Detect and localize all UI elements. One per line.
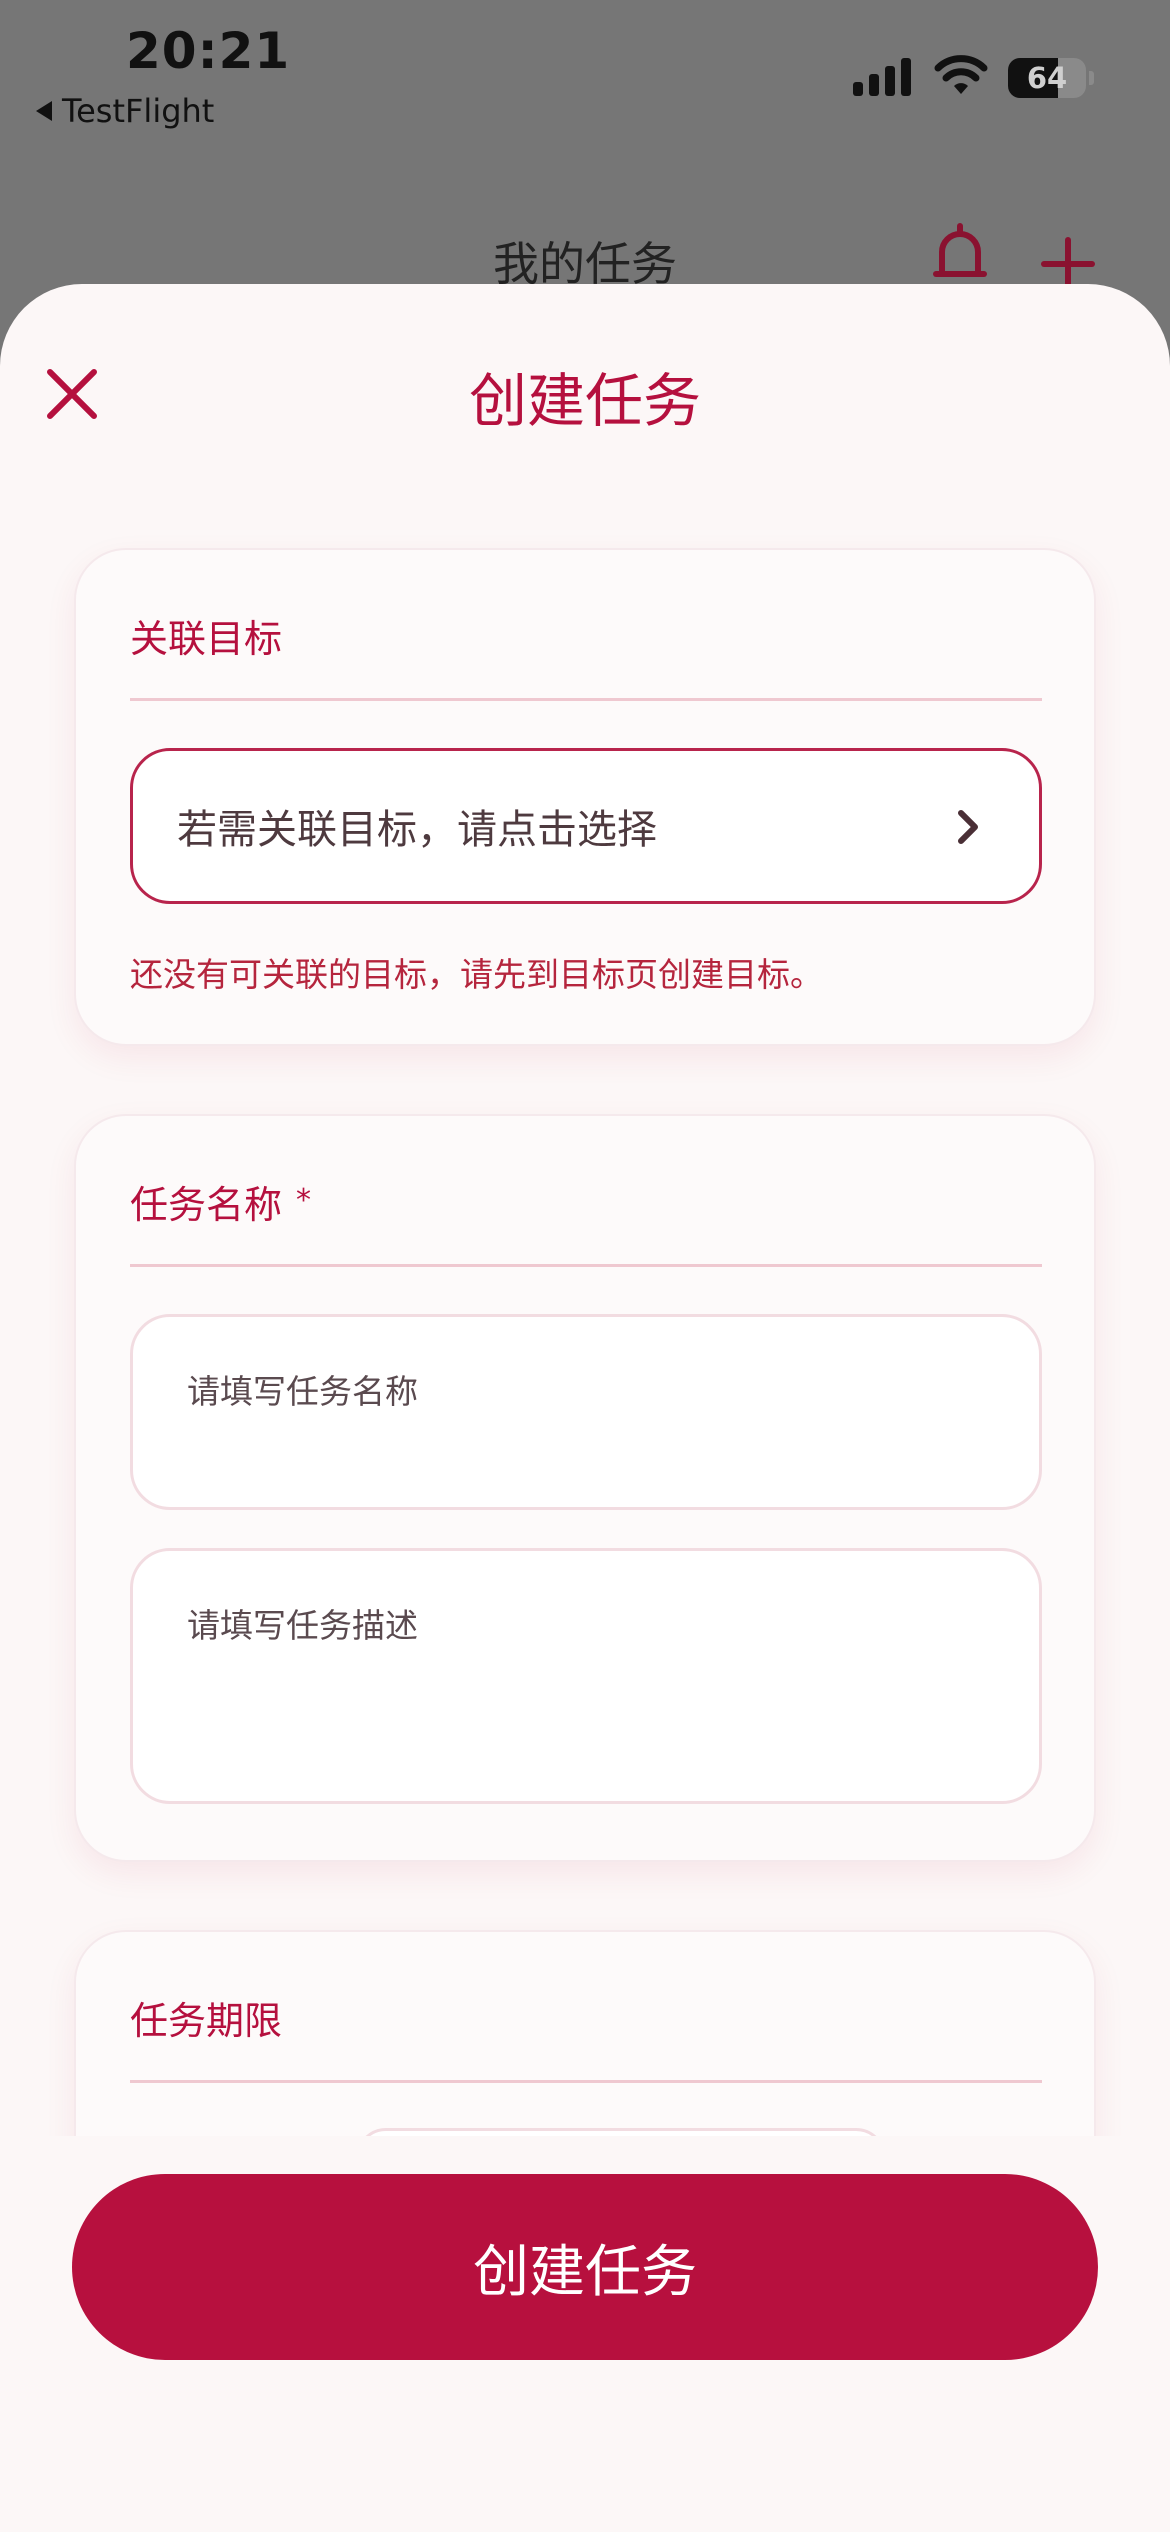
sheet-footer: 创建任务 <box>0 2136 1170 2532</box>
required-mark: * <box>296 1183 312 1218</box>
form-scroll-area[interactable]: 关联目标 若需关联目标，请点击选择 还没有可关联的目标，请先到目标页创建目标。 … <box>0 484 1170 2136</box>
goal-divider <box>130 698 1042 701</box>
status-time: 20:21 <box>126 22 291 80</box>
task-name-label-text: 任务名称 <box>130 1183 283 1227</box>
goal-select-placeholder: 若需关联目标，请点击选择 <box>177 807 657 853</box>
task-name-placeholder: 请填写任务名称 <box>187 1372 418 1411</box>
signal-icon <box>853 58 911 96</box>
wifi-icon <box>934 55 988 94</box>
task-name-label: 任务名称 * <box>130 1174 311 1229</box>
task-deadline-card: 任务期限 <box>74 1930 1096 2136</box>
chevron-right-icon <box>958 810 978 844</box>
bell-icon <box>933 223 987 277</box>
task-deadline-divider <box>130 2080 1042 2083</box>
create-task-sheet: 创建任务 关联目标 若需关联目标，请点击选择 还没有可关联的目标，请先到目标页创… <box>0 284 1170 2532</box>
task-deadline-label: 任务期限 <box>130 1999 283 2043</box>
task-name-card: 任务名称 * 请填写任务名称 请填写任务描述 <box>74 1114 1096 1862</box>
back-app-label: TestFlight <box>62 92 215 130</box>
battery-nub <box>1089 71 1094 85</box>
goal-hint: 还没有可关联的目标，请先到目标页创建目标。 <box>130 955 823 994</box>
back-arrow-icon <box>36 101 52 121</box>
create-task-button[interactable]: 创建任务 <box>72 2174 1098 2360</box>
goal-label: 关联目标 <box>130 617 283 661</box>
deadline-picker[interactable] <box>356 2128 886 2136</box>
battery-percent: 64 <box>1026 61 1068 95</box>
back-to-testflight-link[interactable]: TestFlight <box>36 92 214 130</box>
task-description-input[interactable]: 请填写任务描述 <box>130 1548 1042 1804</box>
sheet-title: 创建任务 <box>468 367 701 435</box>
battery-icon: 64 <box>1008 58 1086 98</box>
task-name-input[interactable]: 请填写任务名称 <box>130 1314 1042 1510</box>
task-description-placeholder: 请填写任务描述 <box>187 1606 418 1645</box>
task-name-divider <box>130 1264 1042 1267</box>
goal-card: 关联目标 若需关联目标，请点击选择 还没有可关联的目标，请先到目标页创建目标。 <box>74 548 1096 1046</box>
goal-select[interactable]: 若需关联目标，请点击选择 <box>130 748 1042 904</box>
status-bar: 20:21 TestFlight 64 <box>0 0 1170 140</box>
